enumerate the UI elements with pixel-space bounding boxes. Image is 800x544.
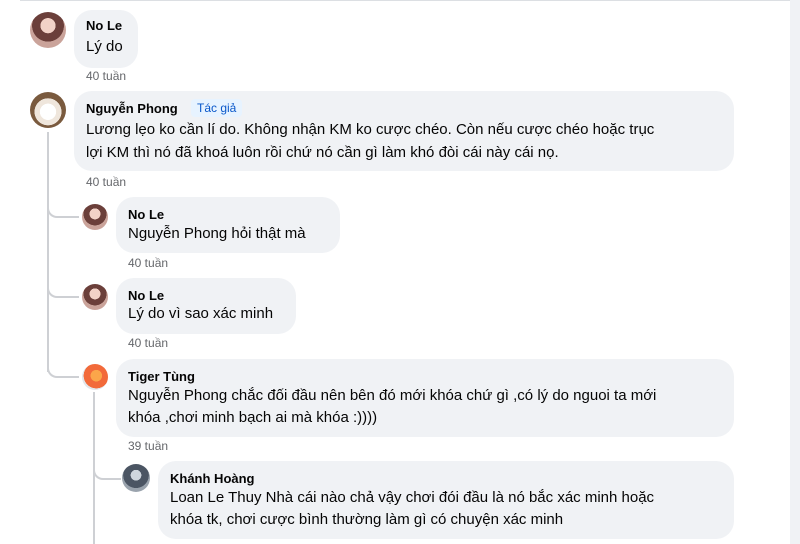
divider bbox=[20, 0, 790, 1]
comment-text: Loan Le Thuy Nhà cái nào chả vậy chơi đó… bbox=[170, 489, 655, 506]
thread-connector bbox=[47, 192, 79, 218]
avatar[interactable] bbox=[30, 12, 66, 48]
comment-timestamp[interactable]: 40 tuần bbox=[128, 256, 168, 270]
avatar[interactable] bbox=[30, 92, 66, 128]
comment-text: Nguyễn Phong chắc đối đầu nên bên đó mới… bbox=[128, 387, 657, 404]
scrollbar-track[interactable] bbox=[790, 0, 800, 544]
comment-timestamp[interactable]: 40 tuần bbox=[86, 69, 126, 83]
comment-author[interactable]: Nguyễn Phong bbox=[86, 101, 178, 116]
avatar[interactable] bbox=[82, 284, 108, 310]
thread-connector bbox=[47, 352, 79, 378]
comment-author[interactable]: Tiger Tùng bbox=[128, 369, 195, 384]
comment-author[interactable]: Khánh Hoàng bbox=[170, 471, 255, 486]
thread-connector bbox=[93, 454, 121, 480]
avatar[interactable] bbox=[122, 464, 150, 492]
comment-author[interactable]: No Le bbox=[128, 207, 164, 222]
comment-text: Lý do vì sao xác minh bbox=[128, 305, 274, 322]
avatar[interactable] bbox=[82, 364, 108, 390]
thread-connector bbox=[47, 272, 79, 298]
comment-thread: No Le Lý do 40 tuần Nguyễn Phong Tác giả… bbox=[0, 0, 800, 544]
comment-timestamp[interactable]: 40 tuần bbox=[128, 336, 168, 350]
comment-timestamp[interactable]: 39 tuần bbox=[128, 439, 168, 453]
comment-author[interactable]: No Le bbox=[86, 18, 122, 33]
thread-line bbox=[47, 132, 49, 372]
comment-text: khóa tk, chơi cược bình thường làm gì có… bbox=[170, 511, 564, 528]
comment-text: Nguyễn Phong hỏi thật mà bbox=[128, 225, 306, 242]
comment-text: Lý do bbox=[86, 38, 123, 55]
comment-text: lợi KM thì nó đã khoá luôn rồi chứ nó cầ… bbox=[86, 144, 559, 161]
comment-text: Lương lẹo ko cần lí do. Không nhận KM ko… bbox=[86, 121, 655, 138]
comment-timestamp[interactable]: 40 tuần bbox=[86, 175, 126, 189]
author-badge: Tác giả bbox=[191, 99, 243, 117]
avatar[interactable] bbox=[82, 204, 108, 230]
comment-text: khóa ,chơi minh bạch ai mà khóa :)))) bbox=[128, 409, 378, 426]
comment-author[interactable]: No Le bbox=[128, 288, 164, 303]
